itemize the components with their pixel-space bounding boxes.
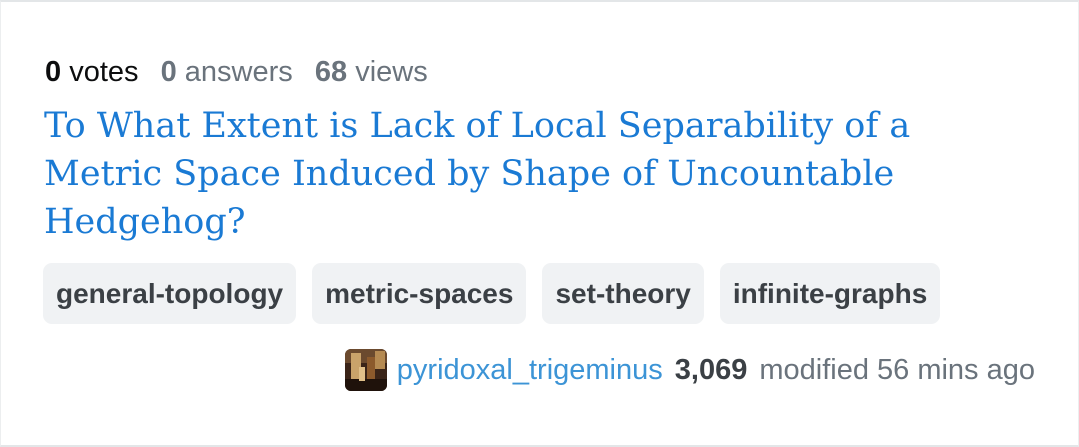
views-stat: 68 views (315, 54, 428, 90)
user-avatar[interactable] (344, 349, 387, 391)
votes-count: 0 (45, 56, 62, 88)
question-summary-card: 0 votes 0 answers 68 views To What Exten… (0, 0, 1079, 447)
question-title-link[interactable]: To What Extent is Lack of Local Separabi… (44, 102, 1004, 246)
answers-stat: 0 answers (161, 54, 293, 90)
views-label: views (355, 56, 428, 88)
username-link[interactable]: pyridoxal_trigeminus (397, 349, 663, 391)
answers-count: 0 (160, 56, 177, 88)
activity-timestamp[interactable]: modified 56 mins ago (759, 349, 1035, 391)
tag-set-theory[interactable]: set-theory (542, 263, 704, 324)
tag-metric-spaces[interactable]: metric-spaces (312, 263, 527, 324)
votes-stat: 0 votes (45, 54, 139, 90)
votes-label: votes (69, 56, 139, 88)
reputation-score: 3,069 (674, 354, 748, 386)
tag-list: general-topology metric-spaces set-theor… (43, 263, 941, 324)
tag-general-topology[interactable]: general-topology (43, 263, 297, 324)
answers-label: answers (184, 56, 293, 88)
question-stats: 0 votes 0 answers 68 views (45, 54, 442, 90)
avatar-image-icon (344, 349, 387, 391)
question-owner: pyridoxal_trigeminus 3,069 modified 56 m… (344, 349, 1035, 391)
views-count: 68 (314, 56, 348, 88)
tag-infinite-graphs[interactable]: infinite-graphs (719, 263, 941, 324)
